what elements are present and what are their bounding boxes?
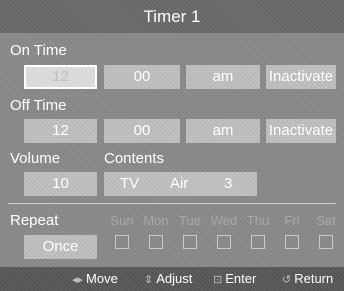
- contents-band: Air: [170, 175, 189, 192]
- repeat-field[interactable]: Once: [24, 235, 97, 259]
- timer-screen: Timer 1 On Time 12 00 am Inactivate Off …: [0, 0, 344, 291]
- day-label-wed: Wed: [210, 213, 238, 228]
- hint-adjust-label: Adjust: [156, 271, 193, 286]
- hint-move: ◂▸ Move: [72, 271, 118, 287]
- on-time-status-field[interactable]: Inactivate: [266, 65, 336, 89]
- off-time-ampm-field[interactable]: am: [186, 119, 260, 143]
- contents-label: Contents: [104, 150, 165, 167]
- enter-icon: ⊡: [213, 274, 223, 286]
- return-icon: ↺: [282, 274, 292, 286]
- on-time-label: On Time: [10, 42, 67, 59]
- day-checkbox-mon[interactable]: [149, 235, 163, 249]
- day-checkbox-wed[interactable]: [217, 235, 231, 249]
- hint-adjust: ⇕ Adjust: [144, 271, 192, 287]
- day-checkbox-thu[interactable]: [251, 235, 265, 249]
- window-title: Timer 1: [0, 0, 344, 33]
- off-time-minute-field[interactable]: 00: [104, 119, 180, 143]
- move-arrows-icon: ◂▸: [72, 274, 84, 286]
- day-label-sun: Sun: [110, 213, 134, 228]
- adjust-arrows-icon: ⇕: [144, 274, 154, 286]
- hint-return-label: Return: [294, 271, 334, 286]
- repeat-label: Repeat: [10, 212, 59, 229]
- day-label-fri: Fri: [284, 213, 300, 228]
- volume-label: Volume: [10, 150, 61, 167]
- day-label-thu: Thu: [246, 213, 270, 228]
- day-checkbox-fri[interactable]: [285, 235, 299, 249]
- contents-field[interactable]: TV Air 3: [104, 172, 257, 196]
- hint-return: ↺ Return: [282, 271, 333, 287]
- day-checkbox-sun[interactable]: [115, 235, 129, 249]
- hint-enter-label: Enter: [225, 271, 257, 286]
- hint-enter: ⊡ Enter: [213, 271, 256, 287]
- off-time-status-field[interactable]: Inactivate: [266, 119, 336, 143]
- divider: [8, 203, 336, 204]
- day-checkbox-sat[interactable]: [319, 235, 333, 249]
- on-time-ampm-field[interactable]: am: [186, 65, 260, 89]
- contents-source: TV: [120, 175, 140, 192]
- contents-channel: 3: [224, 175, 233, 192]
- day-label-sat: Sat: [316, 213, 336, 228]
- on-time-minute-field[interactable]: 00: [104, 65, 180, 89]
- volume-field[interactable]: 10: [24, 172, 97, 196]
- on-time-hour-field[interactable]: 12: [24, 65, 97, 89]
- day-label-tue: Tue: [179, 213, 201, 228]
- day-checkbox-tue[interactable]: [183, 235, 197, 249]
- hint-move-label: Move: [86, 271, 118, 286]
- off-time-hour-field[interactable]: 12: [24, 119, 97, 143]
- day-label-mon: Mon: [143, 213, 169, 228]
- off-time-label: Off Time: [10, 97, 67, 114]
